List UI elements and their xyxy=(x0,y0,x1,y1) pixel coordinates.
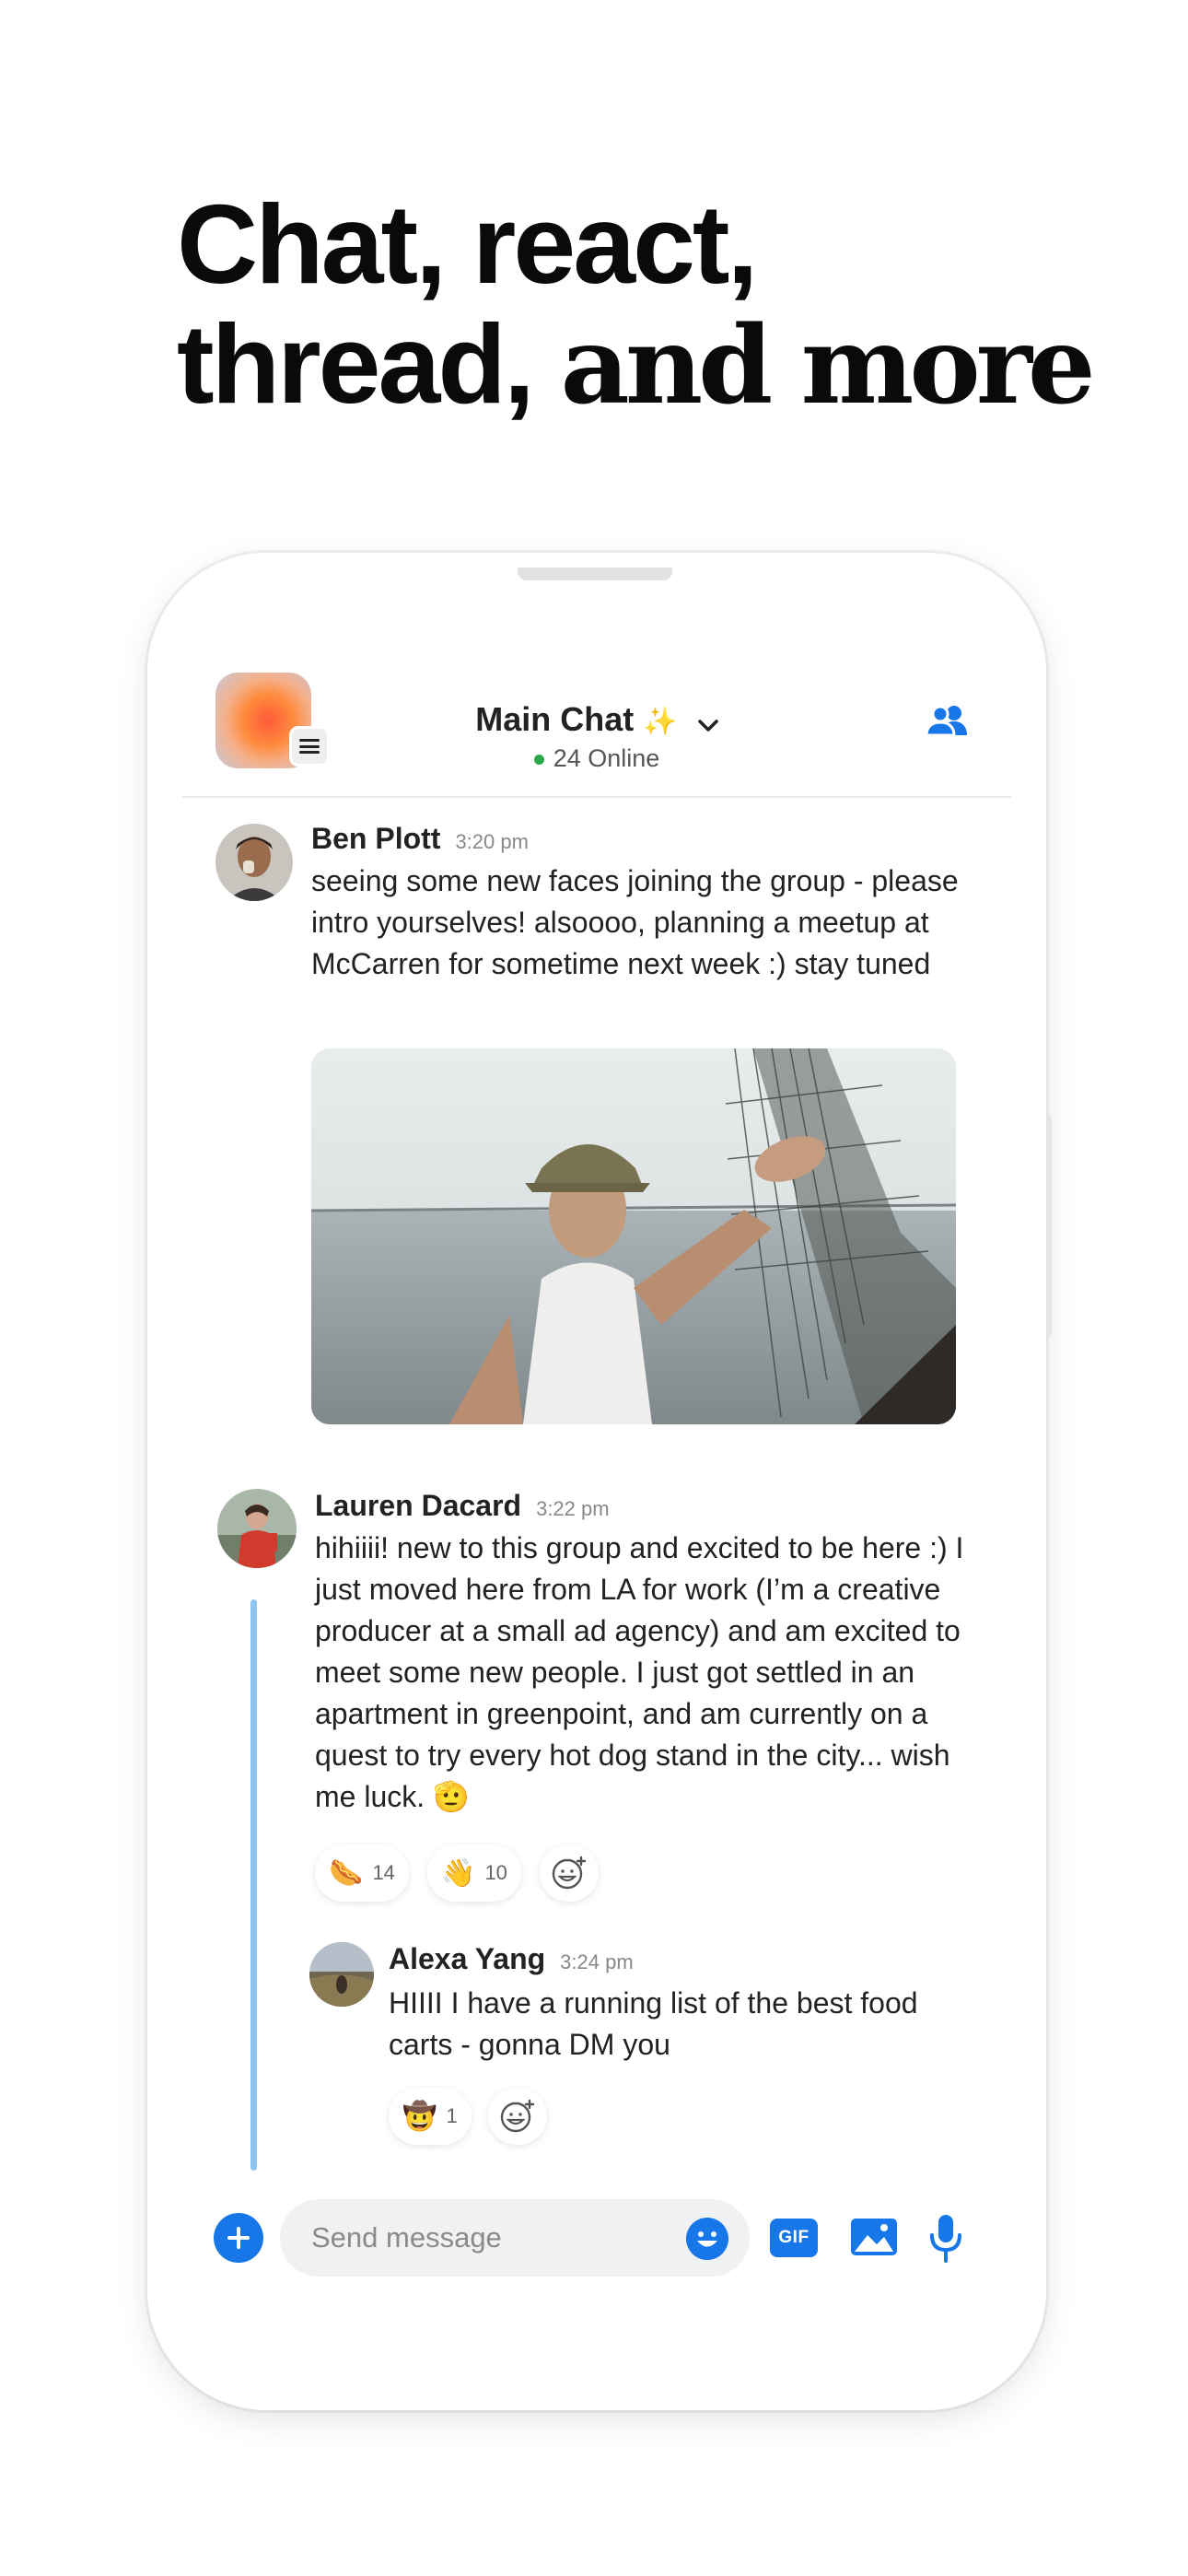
message-time: 3:20 pm xyxy=(455,830,529,853)
reply-author[interactable]: Alexa Yang 3:24 pm xyxy=(389,1942,634,1976)
message-text: hihiiii! new to this group and excited t… xyxy=(315,1531,964,1813)
reaction-hotdog[interactable]: 🌭 14 xyxy=(315,1844,409,1902)
microphone-icon[interactable] xyxy=(928,2213,963,2263)
message-input[interactable] xyxy=(280,2199,750,2277)
reaction-cowboy[interactable]: 🤠 1 xyxy=(389,2088,472,2145)
reaction-count: 10 xyxy=(484,1861,507,1884)
hotdog-emoji: 🌭 xyxy=(329,1857,364,1889)
plus-icon[interactable] xyxy=(214,2213,263,2263)
reaction-count: 14 xyxy=(372,1861,395,1884)
message-time: 3:22 pm xyxy=(536,1497,610,1520)
add-reaction-icon xyxy=(500,2099,535,2133)
add-reaction-button[interactable] xyxy=(488,2088,547,2145)
headline-line-1: Chat, react, xyxy=(177,181,758,307)
reaction-wave[interactable]: 👋 10 xyxy=(427,1844,521,1902)
avatar-alexa-yang[interactable] xyxy=(309,1942,374,2007)
sparkles-emoji: ✨ xyxy=(643,707,678,737)
headline: Chat, react, thread, and more xyxy=(177,184,1098,426)
message-text: seeing some new faces joining the group … xyxy=(311,864,959,980)
headline-line-2-serif: and more xyxy=(560,303,1096,428)
gif-image[interactable] xyxy=(311,1048,956,1424)
cowboy-emoji: 🤠 xyxy=(402,2101,437,2132)
add-reaction-button[interactable] xyxy=(540,1844,599,1902)
author-name: Lauren Dacard xyxy=(315,1489,522,1522)
headline-line-2-plain: thread, xyxy=(177,301,561,427)
message-composer: GIF xyxy=(147,2193,1046,2285)
reply-text: HIIII I have a running list of the best … xyxy=(389,1986,918,2061)
author-name: Ben Plott xyxy=(311,822,441,855)
gif-button[interactable]: GIF xyxy=(770,2219,818,2257)
online-dot xyxy=(533,755,544,766)
chat-header: Main Chat ✨ 24 Online xyxy=(147,553,1046,800)
message-author[interactable]: Lauren Dacard 3:22 pm xyxy=(315,1489,610,1523)
phone-frame: Main Chat ✨ 24 Online Ben Plott 3:20 pm … xyxy=(147,553,1046,2410)
add-reaction-icon xyxy=(552,1856,587,1890)
message-author[interactable]: Ben Plott 3:20 pm xyxy=(311,822,529,856)
chevron-down-icon[interactable] xyxy=(697,702,718,741)
chat-title-text: Main Chat xyxy=(475,700,635,738)
headline-line-2: thread, and more xyxy=(177,304,1098,426)
phone-side-button xyxy=(1046,1115,1052,1336)
chat-title[interactable]: Main Chat ✨ xyxy=(147,700,1046,741)
thread-line[interactable] xyxy=(250,1599,257,2171)
header-divider xyxy=(182,796,1011,798)
image-icon[interactable] xyxy=(849,2217,899,2257)
wave-emoji: 👋 xyxy=(441,1857,476,1889)
emoji-icon[interactable] xyxy=(686,2218,728,2260)
online-status: 24 Online xyxy=(147,744,1046,773)
avatar-ben-plott[interactable] xyxy=(215,824,293,901)
online-count: 24 Online xyxy=(553,744,660,772)
avatar-lauren-dacard[interactable] xyxy=(217,1489,297,1568)
reaction-count: 1 xyxy=(446,2104,458,2127)
reply-time: 3:24 pm xyxy=(560,1950,634,1973)
members-icon[interactable] xyxy=(925,704,971,737)
author-name: Alexa Yang xyxy=(389,1942,546,1975)
